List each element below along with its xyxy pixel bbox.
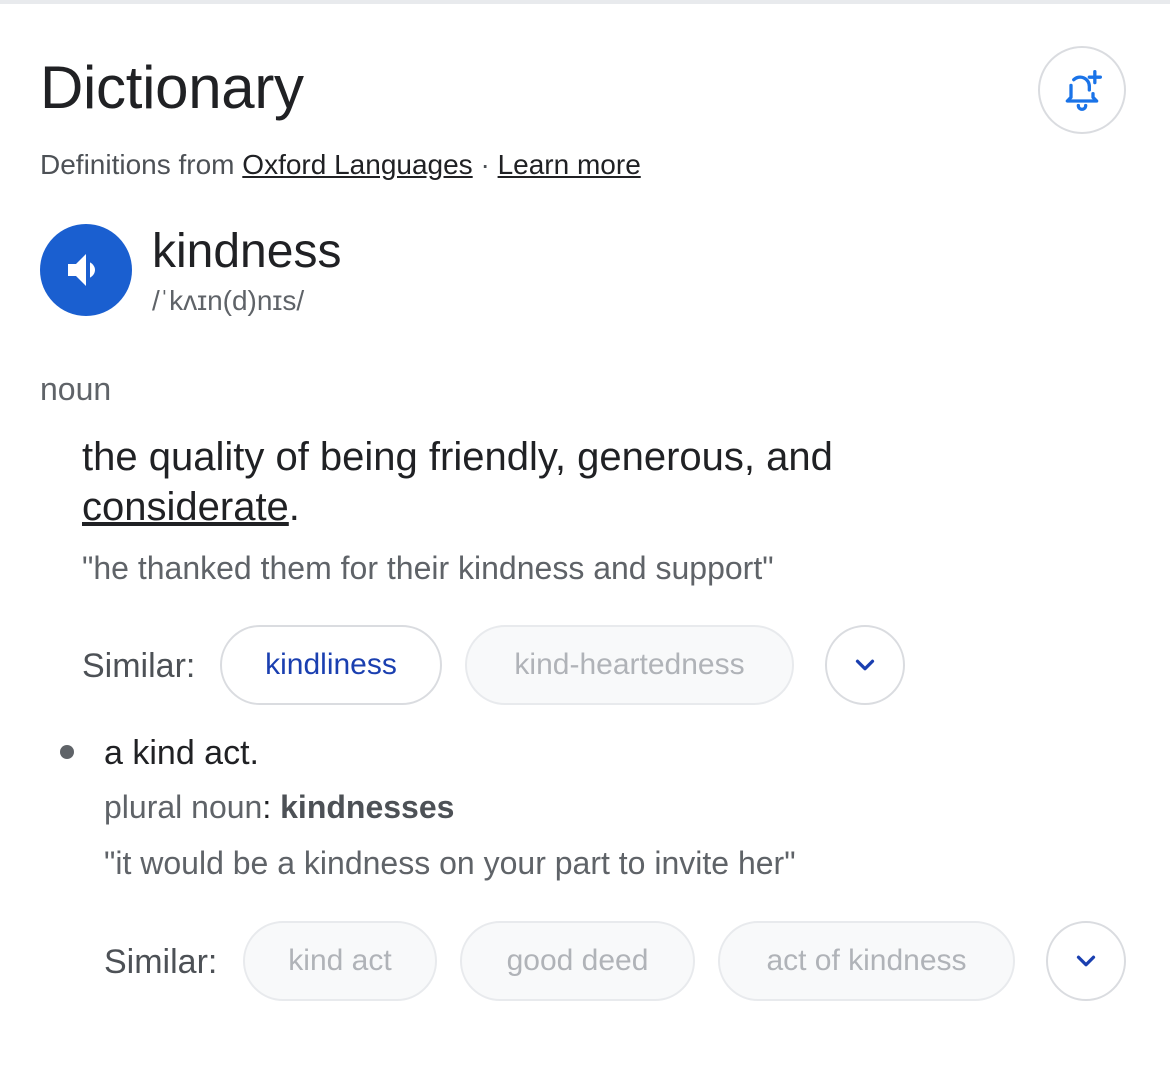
expand-similar-button-2[interactable] [1046, 921, 1126, 1001]
pronunciation-audio-button[interactable] [40, 224, 132, 316]
plural-form-line: plural noun: kindnesses [104, 787, 454, 827]
similar-chip-kind-heartedness[interactable]: kind-heartedness [465, 625, 794, 705]
example-1: "he thanked them for their kindness and … [82, 550, 774, 586]
similar-chip-kindliness[interactable]: kindliness [220, 625, 442, 705]
similar-label-2: Similar: [104, 943, 218, 981]
similar-label-1: Similar: [82, 647, 196, 685]
oxford-languages-link[interactable]: Oxford Languages [242, 149, 472, 180]
speaker-icon [62, 246, 110, 294]
plural-form: kindnesses [280, 789, 455, 825]
top-divider [0, 0, 1170, 4]
chevron-down-icon [850, 650, 880, 680]
plural-label: plural noun [104, 789, 263, 825]
page-title: Dictionary [40, 54, 304, 121]
phonetic-spelling: /ˈkʌɪn(d)nɪs/ [152, 285, 305, 316]
create-alert-button[interactable] [1038, 46, 1126, 134]
bullet-point [60, 745, 74, 759]
definition-2: a kind act. [104, 734, 259, 772]
learn-more-link[interactable]: Learn more [498, 149, 641, 180]
definition-1: the quality of being friendly, generous,… [82, 432, 982, 532]
expand-similar-button-1[interactable] [825, 625, 905, 705]
similar-chip-act-of-kindness[interactable]: act of kindness [718, 921, 1015, 1001]
similar-chip-good-deed[interactable]: good deed [460, 921, 695, 1001]
source-separator: · [480, 149, 490, 180]
headword: kindness [152, 225, 342, 278]
plural-colon: : [262, 789, 272, 825]
similar-chip-kind-act[interactable]: kind act [243, 921, 437, 1001]
bell-plus-icon [1060, 68, 1104, 112]
considerate-link[interactable]: considerate [82, 485, 289, 529]
chevron-down-icon [1071, 946, 1101, 976]
part-of-speech: noun [40, 371, 112, 407]
definition-1-period: . [288, 485, 300, 529]
source-line: Definitions from Oxford Languages · Lear… [40, 147, 641, 183]
definition-1-text: the quality of being friendly, generous,… [82, 435, 833, 479]
source-prefix: Definitions from [40, 149, 235, 180]
example-2: "it would be a kindness on your part to … [104, 845, 796, 881]
